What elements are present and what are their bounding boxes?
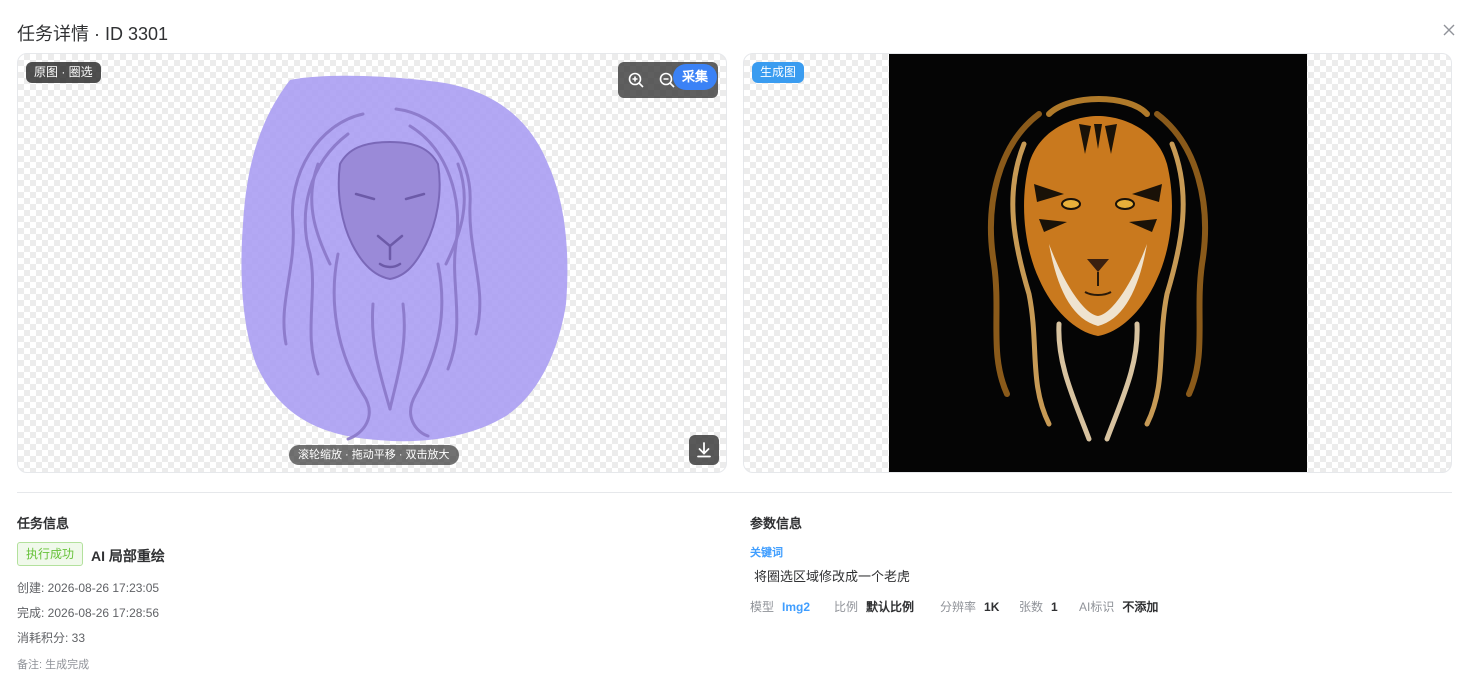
param-label: 比例 bbox=[834, 600, 859, 614]
param-label: 模型 bbox=[750, 600, 775, 614]
param-count: 张数 1 bbox=[1019, 598, 1058, 615]
status-badge: 执行成功 bbox=[17, 542, 84, 566]
download-icon bbox=[697, 442, 711, 458]
param-value: 1K bbox=[984, 600, 1000, 614]
finished-time: 完成: 2026-08-26 17:28:56 bbox=[17, 606, 160, 620]
lion-sketch-with-mask bbox=[241, 75, 568, 442]
keyword-value: 将圈选区域修改成一个老虎 bbox=[754, 569, 911, 584]
created-time: 创建: 2026-08-26 17:23:05 bbox=[17, 581, 160, 595]
param-value: 1 bbox=[1051, 600, 1058, 614]
task-info-title: 任务信息 bbox=[17, 516, 70, 531]
param-value: 不添加 bbox=[1122, 600, 1159, 614]
param-ai-mark: AI标识 不添加 bbox=[1079, 598, 1158, 615]
generated-tag: 生成图 bbox=[752, 62, 805, 83]
original-tag: 原图 · 圈选 bbox=[26, 62, 101, 83]
zoom-hint: 滚轮缩放 · 拖动平移 · 双击放大 bbox=[289, 445, 459, 465]
param-info-title: 参数信息 bbox=[750, 516, 803, 531]
param-ratio: 比例 默认比例 bbox=[834, 598, 914, 615]
keyword-label: 关键词 bbox=[750, 547, 783, 559]
task-note: 备注: 生成完成 bbox=[17, 659, 90, 671]
param-value: Img2 bbox=[782, 600, 811, 614]
param-label: 分辨率 bbox=[940, 600, 977, 614]
download-button[interactable] bbox=[689, 435, 719, 465]
generated-image-panel[interactable]: 生成图 bbox=[743, 53, 1452, 473]
points-consumed: 消耗积分: 33 bbox=[17, 631, 86, 645]
zoom-in-icon[interactable] bbox=[627, 71, 645, 89]
generated-tiger-image bbox=[889, 54, 1307, 472]
param-label: AI标识 bbox=[1079, 600, 1115, 614]
page-title: 任务详情 · ID 3301 bbox=[17, 24, 169, 44]
collect-button[interactable]: 采集 bbox=[673, 64, 717, 90]
param-model: 模型 Img2 bbox=[750, 598, 810, 615]
original-image-panel[interactable]: 原图 · 圈选 采集 滚轮缩放 · 拖动平移 · 双击放大 bbox=[17, 53, 727, 473]
task-type: AI 局部重绘 bbox=[91, 548, 165, 564]
section-divider bbox=[17, 492, 1452, 493]
param-resolution: 分辨率 1K bbox=[940, 598, 999, 615]
close-icon[interactable] bbox=[1441, 22, 1457, 38]
param-value: 默认比例 bbox=[866, 600, 915, 614]
param-label: 张数 bbox=[1019, 600, 1044, 614]
